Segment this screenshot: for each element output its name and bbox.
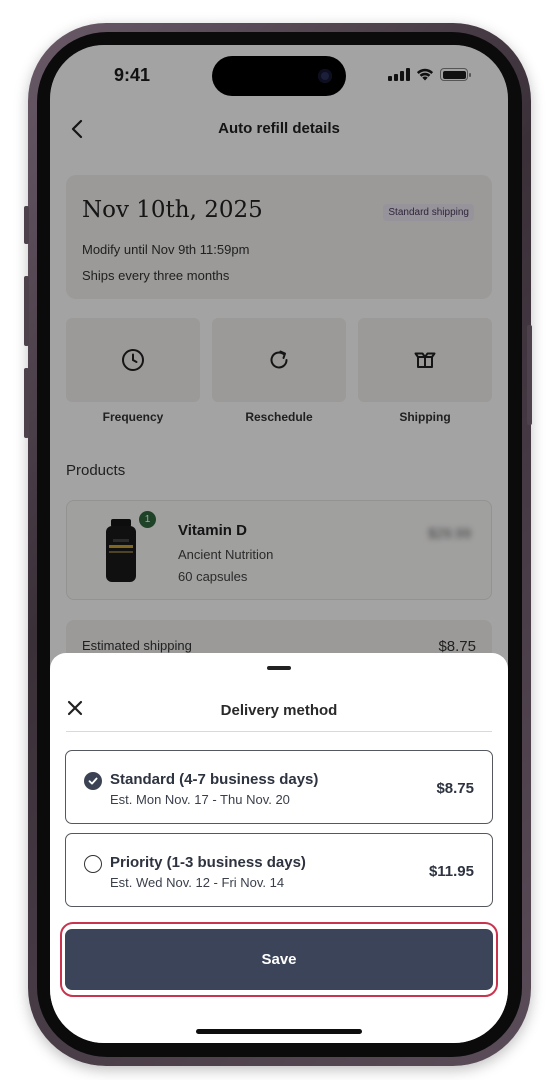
status-bar: 9:41: [50, 45, 508, 105]
delivery-method-sheet: Delivery method Standard (4-7 business d…: [50, 653, 508, 1043]
option-title: Standard (4-7 business days): [110, 771, 319, 788]
radio-checked-icon[interactable]: [84, 772, 102, 790]
status-icons: [388, 67, 471, 81]
sheet-grabber[interactable]: [267, 666, 291, 670]
save-button[interactable]: Save: [65, 929, 493, 990]
camera-icon: [318, 69, 332, 83]
option-price: $11.95: [428, 863, 474, 880]
option-price: $8.75: [436, 780, 474, 797]
cellular-signal-icon: [388, 68, 410, 81]
option-estimate: Est. Wed Nov. 12 - Fri Nov. 14: [110, 875, 285, 890]
dynamic-island: [212, 56, 346, 96]
action-button: [24, 206, 29, 244]
battery-icon: [440, 68, 471, 81]
power-button: [527, 325, 532, 425]
option-title: Priority (1-3 business days): [110, 854, 306, 871]
option-estimate: Est. Mon Nov. 17 - Thu Nov. 20: [110, 792, 290, 807]
screen: 9:41 Auto refill details Nov 10th, 2025: [50, 45, 508, 1043]
standard-delivery-option[interactable]: Standard (4-7 business days) Est. Mon No…: [65, 750, 493, 824]
sheet-title: Delivery method: [220, 702, 338, 719]
priority-delivery-option[interactable]: Priority (1-3 business days) Est. Wed No…: [65, 833, 493, 907]
wifi-icon: [416, 68, 434, 81]
status-time: 9:41: [114, 65, 151, 85]
home-indicator: [196, 1029, 362, 1034]
radio-unchecked-icon[interactable]: [84, 855, 102, 873]
divider: [66, 731, 492, 732]
volume-up-button: [24, 276, 29, 346]
volume-down-button: [24, 368, 29, 438]
